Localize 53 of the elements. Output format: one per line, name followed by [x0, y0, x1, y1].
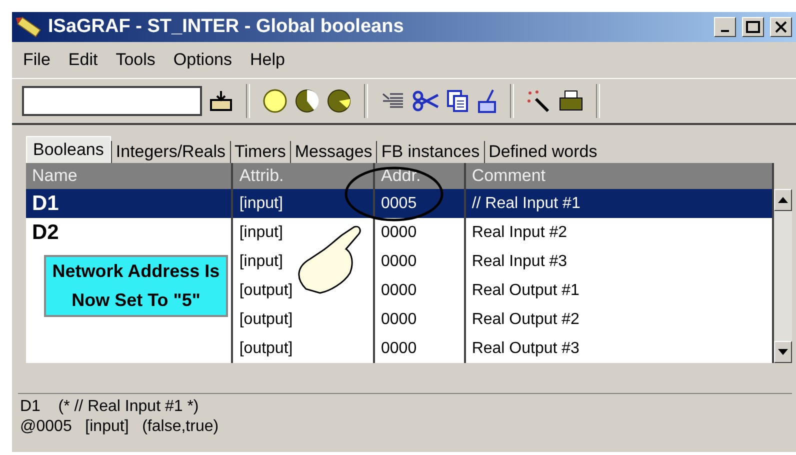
table-cell: [output]	[239, 282, 293, 298]
table-cell: [input]	[239, 194, 283, 212]
menu-item[interactable]: Help	[242, 48, 292, 72]
table-cell: 0005	[381, 194, 417, 212]
magic-wand-icon[interactable]	[526, 89, 552, 113]
window-title: ISaGRAF - ST_INTER - Global booleans	[48, 16, 405, 38]
info-text: @0005 [input] (false,true)	[20, 418, 220, 436]
table-cell: 0000	[381, 282, 417, 298]
table-cell: Real Output #1	[472, 282, 580, 298]
table-cell: D2	[32, 220, 59, 244]
printer-icon[interactable]	[558, 89, 584, 113]
table-cell: [output]	[239, 340, 293, 356]
tab[interactable]: Messages	[290, 141, 376, 163]
pie-icon[interactable]	[294, 88, 320, 114]
minimize-icon	[721, 30, 729, 32]
table-cell: Real Output #2	[472, 310, 580, 328]
up-triangle-icon	[778, 197, 788, 203]
close-icon	[775, 21, 787, 33]
callout-note: Network Address Is Now Set To "5"	[44, 255, 228, 317]
table-cell: 0000	[381, 224, 417, 240]
scroll-up-button[interactable]	[774, 189, 792, 211]
circle-icon[interactable]	[262, 88, 288, 114]
maximize-icon	[746, 21, 760, 33]
menu-item[interactable]: File	[16, 48, 58, 72]
tray-icon[interactable]	[208, 89, 234, 113]
table-cell: 0000	[381, 340, 417, 356]
table-cell: 0000	[381, 252, 417, 270]
pie-icon[interactable]	[326, 88, 352, 114]
copy-icon[interactable]	[446, 89, 470, 113]
table-cell: [output]	[239, 310, 293, 328]
table-cell: [input]	[239, 252, 283, 270]
table-cell: // Real Input #1	[472, 194, 580, 212]
table-row[interactable]: D1 [input] 0005 // Real Input #1	[26, 189, 773, 218]
down-triangle-icon	[778, 349, 788, 355]
table-cell: Real Input #3	[472, 252, 568, 270]
scroll-down-button[interactable]	[774, 341, 792, 363]
table-cell: Real Output #3	[472, 340, 580, 356]
table-cell: D1	[32, 192, 59, 214]
menu-item[interactable]: Edit	[61, 48, 105, 72]
table-cell: 0000	[381, 310, 417, 328]
table-cell: Real Input #2	[472, 224, 568, 240]
tab[interactable]: Booleans	[26, 136, 111, 163]
maximize-button[interactable]	[742, 17, 764, 37]
pointing-hand-drawing	[298, 226, 361, 294]
menu-item[interactable]: Options	[166, 48, 239, 72]
table-cell: [input]	[239, 224, 283, 240]
menu-item[interactable]: Tools	[108, 48, 162, 72]
toolbar-input-field[interactable]	[22, 86, 202, 116]
ink-bottle-icon[interactable]	[476, 88, 498, 114]
close-button[interactable]	[770, 17, 792, 37]
minimize-button[interactable]	[714, 17, 736, 37]
info-text: D1 (* // Real Input #1 *)	[20, 398, 200, 416]
scissors-icon[interactable]	[412, 90, 440, 112]
